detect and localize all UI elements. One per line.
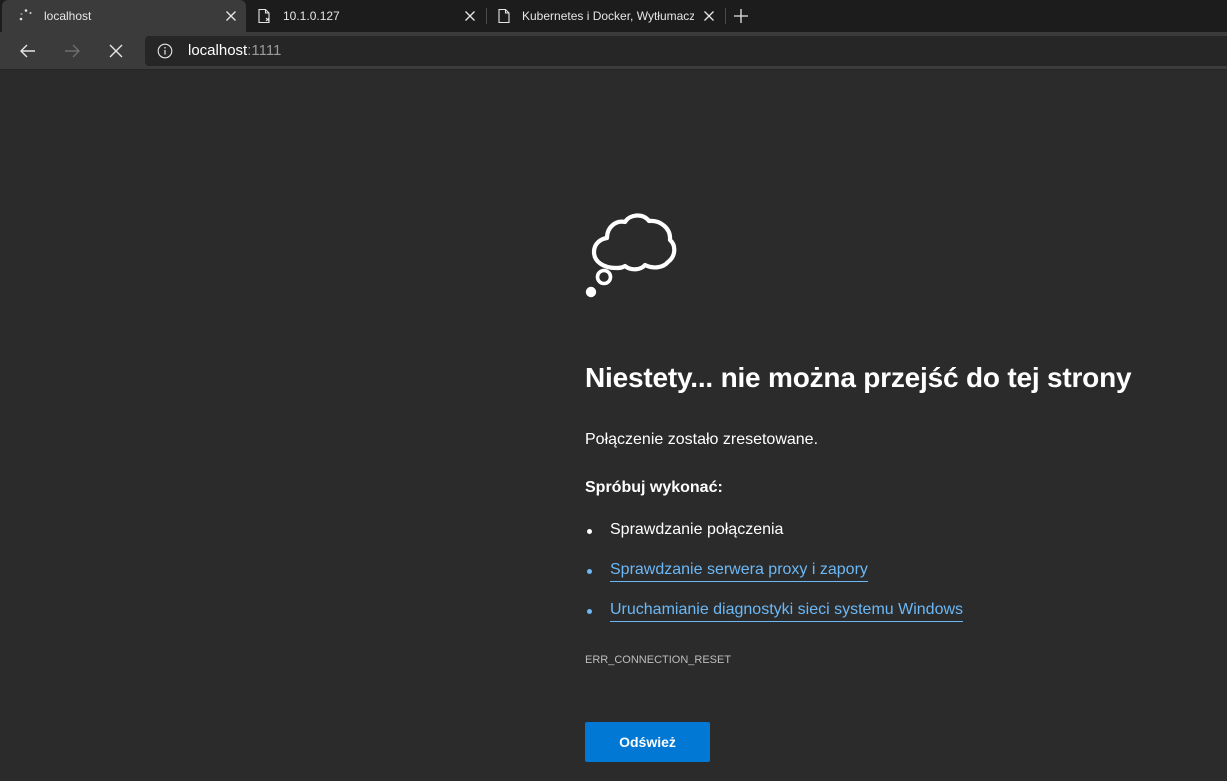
close-icon[interactable]: [105, 40, 127, 62]
page-icon: [496, 8, 512, 24]
tab-title: localhost: [44, 9, 92, 23]
close-icon[interactable]: [224, 9, 238, 23]
tab-kubernetes[interactable]: Kubernetes i Docker, Wytłumacz: [487, 0, 725, 32]
browser-toolbar: localhost:1111: [0, 32, 1227, 70]
tab-10-1-0-127[interactable]: 10.1.0.127: [246, 0, 486, 32]
new-tab-plus-icon[interactable]: [731, 6, 751, 26]
error-code: ERR_CONNECTION_RESET: [585, 654, 732, 666]
suggestion-link-proxy[interactable]: Sprawdzanie serwera proxy i zapory: [610, 560, 868, 582]
close-icon[interactable]: [702, 9, 716, 23]
address-host: localhost: [188, 42, 248, 59]
bullet: [587, 609, 592, 614]
address-bar[interactable]: localhost:1111: [145, 36, 1227, 66]
arrow-left-icon[interactable]: [17, 40, 39, 62]
error-page: Niestety... nie można przejść do tej str…: [0, 71, 1227, 781]
address-port: :1111: [247, 42, 282, 59]
suggestion-link-diagnostics[interactable]: Uruchamianie diagnostyki sieci systemu W…: [610, 600, 964, 622]
error-headline: Niestety... nie można przejść do tej str…: [585, 362, 1132, 393]
thought-cloud-icon: [583, 206, 679, 302]
try-heading: Spróbuj wykonać:: [585, 479, 723, 496]
info-icon[interactable]: [157, 43, 173, 59]
refresh-button[interactable]: Odśwież: [585, 722, 710, 762]
tab-title: 10.1.0.127: [283, 9, 340, 23]
address-url[interactable]: localhost:1111: [188, 43, 281, 59]
suggestion-label: Sprawdzanie połączenia: [610, 521, 784, 538]
bullet: [587, 569, 592, 574]
error-message: Połączenie zostało zresetowane.: [585, 431, 819, 448]
tab-localhost[interactable]: localhost: [2, 0, 246, 32]
bullet: [587, 529, 592, 534]
tab-separator: [725, 8, 726, 24]
loading-spinner-icon: [18, 8, 34, 24]
page-error-icon: [256, 8, 272, 24]
tab-title: Kubernetes i Docker, Wytłumacz: [522, 9, 694, 23]
arrow-right-icon[interactable]: [61, 40, 83, 62]
tab-strip: localhost 10.1.0.127 Kubernetes i Docker…: [0, 0, 1227, 32]
close-icon[interactable]: [463, 9, 477, 23]
